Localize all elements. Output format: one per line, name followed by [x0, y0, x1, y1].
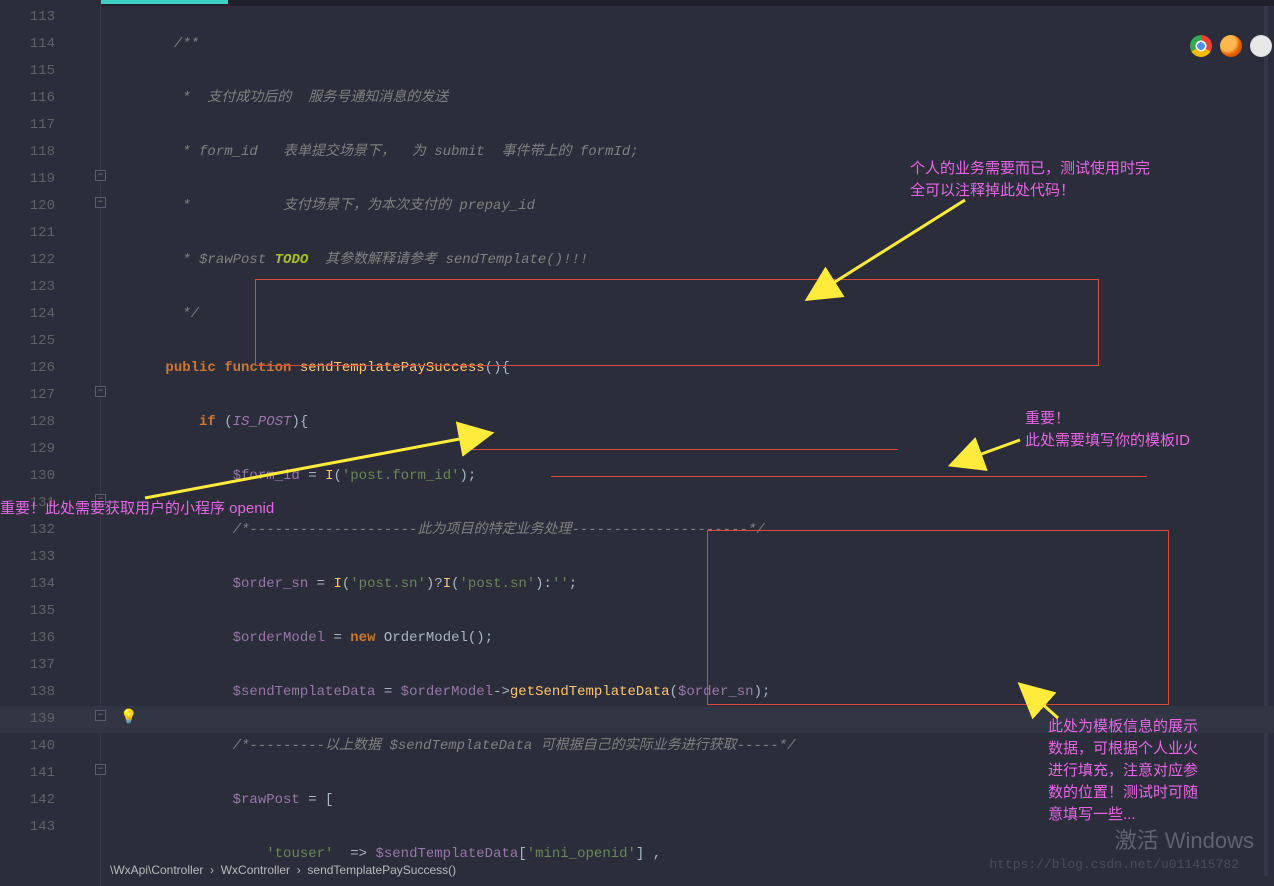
line-number: 130 — [0, 463, 55, 490]
code-line[interactable]: * $rawPost TODO 其参数解释请参考 sendTemplate()!… — [115, 247, 838, 274]
line-number: 124 — [0, 301, 55, 328]
code-line[interactable]: /*--------------------此为项目的特定业务处理-------… — [115, 517, 838, 544]
line-number: 131 — [0, 490, 55, 517]
code-line[interactable]: * 支付场景下，为本次支付的 prepay_id — [115, 193, 838, 220]
fold-marker[interactable]: − — [95, 710, 106, 721]
code-line[interactable]: /*---------以上数据 $sendTemplateData 可根据自己的… — [115, 733, 838, 760]
line-number: 127 — [0, 382, 55, 409]
line-number-gutter: 113 114 115 116 117 118 119 120 121 122 … — [0, 0, 70, 886]
code-editor[interactable]: 113 114 115 116 117 118 119 120 121 122 … — [0, 0, 1274, 886]
line-number: 121 — [0, 220, 55, 247]
line-number: 133 — [0, 544, 55, 571]
windows-activation-watermark: 激活 Windows — [1115, 827, 1254, 854]
chrome-icon[interactable] — [1190, 35, 1212, 57]
breadcrumb[interactable]: \WxApi\Controller › WxController › sendT… — [110, 857, 456, 884]
code-line[interactable]: * form_id 表单提交场景下， 为 submit 事件带上的 formId… — [115, 139, 838, 166]
line-number: 138 — [0, 679, 55, 706]
line-number: 114 — [0, 31, 55, 58]
fold-marker[interactable]: − — [95, 386, 106, 397]
fold-marker[interactable]: − — [95, 170, 106, 181]
breadcrumb-item[interactable]: sendTemplatePaySuccess() — [307, 863, 456, 877]
line-number: 122 — [0, 247, 55, 274]
line-number: 123 — [0, 274, 55, 301]
code-line[interactable]: public function sendTemplatePaySuccess()… — [115, 355, 838, 382]
code-line[interactable]: $order_sn = I('post.sn')?I('post.sn'):''… — [115, 571, 838, 598]
source-url-watermark: https://blog.csdn.net/u011415782 — [989, 851, 1239, 878]
fold-marker[interactable]: − — [95, 197, 106, 208]
fold-column: − − − − − − — [95, 0, 107, 886]
firefox-icon[interactable] — [1220, 35, 1242, 57]
code-line[interactable]: /** — [115, 31, 838, 58]
line-number: 128 — [0, 409, 55, 436]
line-number: 143 — [0, 814, 55, 841]
line-number: 117 — [0, 112, 55, 139]
line-number: 129 — [0, 436, 55, 463]
line-number: 136 — [0, 625, 55, 652]
breadcrumb-item[interactable]: \WxApi\Controller — [110, 863, 203, 877]
code-line[interactable]: $rawPost = [ — [115, 787, 838, 814]
code-line[interactable]: $orderModel = new OrderModel(); — [115, 625, 838, 652]
code-line[interactable]: if (IS_POST){ — [115, 409, 838, 436]
line-number: 134 — [0, 571, 55, 598]
code-line[interactable]: $sendTemplateData = $orderModel->getSend… — [115, 679, 838, 706]
line-number: 116 — [0, 85, 55, 112]
breadcrumb-item[interactable]: WxController — [221, 863, 290, 877]
line-number: 119 — [0, 166, 55, 193]
line-number: 140 — [0, 733, 55, 760]
line-number: 115 — [0, 58, 55, 85]
annotation-underline — [551, 476, 1147, 477]
line-number: 118 — [0, 139, 55, 166]
code-line[interactable]: * 支付成功后的 服务号通知消息的发送 — [115, 85, 838, 112]
line-number: 135 — [0, 598, 55, 625]
fold-marker[interactable]: − — [95, 494, 106, 505]
line-number: 126 — [0, 355, 55, 382]
line-number: 139 — [0, 706, 55, 733]
line-number: 132 — [0, 517, 55, 544]
annotation-text: 个人的业务需要而已，测试使用时完全可以注释掉此处代码！ — [910, 158, 1150, 202]
browser-icons — [1190, 35, 1272, 57]
intention-bulb-icon[interactable]: 💡 — [120, 705, 137, 732]
scrollbar[interactable] — [1264, 6, 1268, 876]
line-number: 120 — [0, 193, 55, 220]
line-number: 125 — [0, 328, 55, 355]
annotation-underline — [468, 449, 898, 450]
annotation-text: 重要！此处需要填写你的模板ID — [1025, 408, 1190, 452]
line-number: 142 — [0, 787, 55, 814]
line-number: 141 — [0, 760, 55, 787]
line-number: 137 — [0, 652, 55, 679]
code-content[interactable]: /** * 支付成功后的 服务号通知消息的发送 * form_id 表单提交场景… — [115, 4, 838, 886]
fold-marker[interactable]: − — [95, 764, 106, 775]
safari-icon[interactable] — [1250, 35, 1272, 57]
code-line[interactable]: */ — [115, 301, 838, 328]
line-number: 113 — [0, 4, 55, 31]
